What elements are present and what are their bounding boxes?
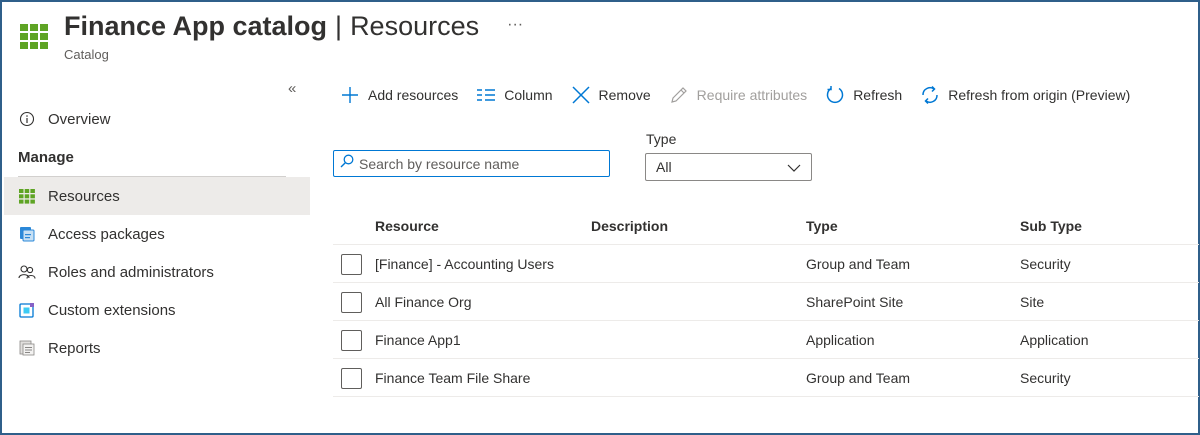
resource-cell: Finance Team File Share (375, 370, 531, 386)
close-icon (571, 85, 591, 105)
access-packages-icon (18, 225, 36, 243)
sidebar-item-roles[interactable]: Roles and administrators (4, 253, 310, 291)
resources-grid-icon (18, 187, 36, 205)
type-cell: Group and Team (806, 370, 911, 386)
sidebar-item-label: Overview (48, 110, 111, 128)
type-filter-dropdown[interactable]: All (645, 153, 812, 181)
subtype-cell: Application (1020, 332, 1089, 348)
type-cell: Group and Team (806, 256, 911, 272)
add-resources-label: Add resources (368, 87, 459, 103)
row-checkbox[interactable] (341, 367, 362, 389)
resource-cell: [Finance] - Accounting Users (375, 256, 554, 272)
type-filter-label: Type (646, 131, 677, 147)
sidebar-item-label: Roles and administrators (48, 263, 214, 281)
sidebar-item-label: Resources (48, 187, 120, 205)
search-box[interactable] (333, 150, 610, 177)
subtype-cell: Site (1020, 294, 1045, 310)
search-icon (340, 154, 354, 173)
resources-table: Resource Description Type Sub Type [Fina… (333, 207, 1199, 397)
sidebar: Overview Manage Resources Access package… (4, 100, 310, 367)
plus-icon (340, 85, 360, 105)
table-row[interactable]: [Finance] - Accounting Users Group and T… (333, 245, 1199, 283)
page-subtitle: Catalog (64, 47, 109, 62)
require-attributes-label: Require attributes (696, 87, 808, 103)
resource-cell: Finance App1 (375, 332, 461, 348)
sidebar-item-label: Access packages (48, 225, 165, 243)
command-bar: Add resources Column Remove Require attr… (340, 80, 1148, 110)
column-label: Column (504, 87, 553, 103)
chevron-down-icon (787, 159, 801, 175)
row-checkbox[interactable] (341, 291, 362, 313)
row-checkbox[interactable] (341, 329, 362, 351)
column-button[interactable]: Column (476, 87, 553, 103)
column-header-resource[interactable]: Resource (375, 207, 439, 245)
refresh-from-origin-label: Refresh from origin (Preview) (948, 87, 1131, 103)
row-checkbox[interactable] (341, 253, 362, 275)
require-attributes-button[interactable]: Require attributes (669, 85, 808, 105)
column-header-type[interactable]: Type (806, 207, 838, 245)
row-checkbox-cell (341, 245, 362, 283)
catalog-grid-icon (20, 24, 48, 49)
refresh-icon (825, 85, 845, 105)
custom-extensions-icon (18, 301, 36, 319)
sync-icon (920, 85, 940, 105)
refresh-button[interactable]: Refresh (825, 85, 902, 105)
remove-label: Remove (598, 87, 651, 103)
section-manage: Manage (18, 148, 74, 166)
sidebar-item-custom-extensions[interactable]: Custom extensions (4, 291, 310, 329)
sidebar-item-reports[interactable]: Reports (4, 329, 310, 367)
sidebar-item-access-packages[interactable]: Access packages (4, 215, 310, 253)
row-checkbox-cell (341, 359, 362, 397)
info-icon (18, 110, 36, 128)
refresh-from-origin-button[interactable]: Refresh from origin (Preview) (920, 85, 1130, 105)
catalog-name: Finance App catalog (64, 11, 328, 41)
column-header-description[interactable]: Description (591, 207, 668, 245)
search-input[interactable] (359, 155, 599, 172)
window-frame: Finance App catalog | Resources ··· Cata… (0, 0, 1200, 435)
resource-cell: All Finance Org (375, 294, 472, 310)
add-resources-button[interactable]: Add resources (340, 85, 458, 105)
row-checkbox-cell (341, 283, 362, 321)
more-options-button[interactable]: ··· (507, 7, 523, 43)
columns-icon (476, 88, 496, 102)
refresh-label: Refresh (853, 87, 903, 103)
column-header-subtype[interactable]: Sub Type (1020, 207, 1082, 245)
remove-button[interactable]: Remove (571, 85, 651, 105)
table-row[interactable]: Finance App1 Application Application (333, 321, 1199, 359)
type-cell: Application (806, 332, 875, 348)
page-title: Finance App catalog | Resources ··· (64, 8, 523, 49)
table-row[interactable]: Finance Team File Share Group and Team S… (333, 359, 1199, 397)
pencil-icon (669, 85, 689, 105)
type-cell: SharePoint Site (806, 294, 904, 310)
page-header: Finance App catalog | Resources ··· Cata… (18, 8, 918, 68)
subtype-cell: Security (1020, 256, 1071, 272)
collapse-sidebar-button[interactable]: « (288, 80, 296, 97)
sidebar-item-label: Reports (48, 339, 101, 357)
type-filter-value: All (656, 159, 672, 175)
table-header: Resource Description Type Sub Type (333, 207, 1199, 245)
section-name: Resources (350, 11, 480, 41)
subtype-cell: Security (1020, 370, 1071, 386)
sidebar-item-label: Custom extensions (48, 301, 176, 319)
sidebar-item-resources[interactable]: Resources (4, 177, 310, 215)
reports-icon (18, 339, 36, 357)
row-checkbox-cell (341, 321, 362, 359)
table-row[interactable]: All Finance Org SharePoint Site Site (333, 283, 1199, 321)
sidebar-item-overview[interactable]: Overview (4, 100, 310, 138)
title-separator: | (335, 11, 343, 41)
roles-icon (18, 263, 36, 281)
